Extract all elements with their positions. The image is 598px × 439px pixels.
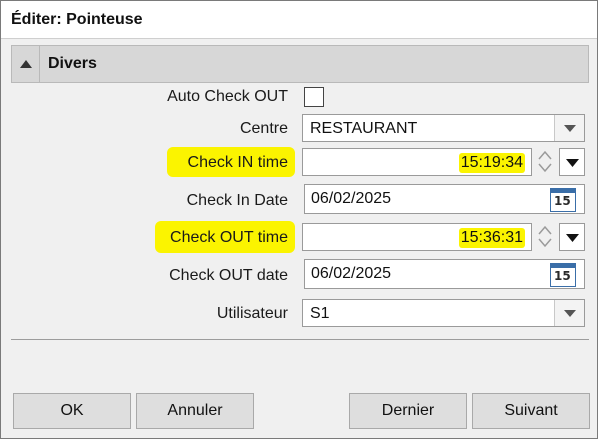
form-divider [11,339,589,340]
check-in-date-value: 06/02/2025 [311,190,392,207]
utilisateur-label: Utilisateur [216,305,288,322]
centre-select[interactable]: RESTAURANT [302,114,585,142]
spin-up-icon[interactable] [538,225,552,235]
cancel-button[interactable]: Annuler [136,393,254,429]
check-out-date-input[interactable]: 06/02/2025 15 [304,259,585,289]
auto-checkout-label: Auto Check OUT [167,88,288,105]
ok-button[interactable]: OK [13,393,131,429]
centre-dropdown-button[interactable] [554,115,584,141]
check-out-time-spinner[interactable] [533,223,557,251]
auto-checkout-checkbox[interactable] [304,87,324,107]
check-in-time-value: 15:19:34 [458,153,525,173]
centre-label: Centre [239,120,288,137]
chevron-down-icon [564,125,576,132]
calendar-icon[interactable]: 15 [550,263,576,287]
check-in-date-label: Check In Date [186,192,288,209]
group-header-divers[interactable]: Divers [11,45,589,83]
last-button[interactable]: Dernier [349,393,467,429]
window-title: Éditer: Pointeuse [11,11,143,28]
chevron-up-icon [20,60,32,68]
spin-down-icon[interactable] [538,238,552,248]
spin-down-icon[interactable] [538,163,552,173]
centre-value: RESTAURANT [310,120,418,137]
next-button[interactable]: Suivant [472,393,590,429]
check-in-time-label: Check IN time [187,154,288,171]
utilisateur-select[interactable]: S1 [302,299,585,327]
check-in-time-spinner[interactable] [533,148,557,176]
check-out-time-value: 15:36:31 [458,228,525,248]
editor-window: Éditer: Pointeuse Divers Auto Check OUT … [0,0,598,439]
title-bar: Éditer: Pointeuse [1,1,597,39]
spin-up-icon[interactable] [538,150,552,160]
chevron-down-icon [566,159,579,167]
chevron-down-icon [564,310,576,317]
collapse-toggle[interactable] [12,46,40,82]
check-out-date-value: 06/02/2025 [311,265,392,282]
check-out-time-input[interactable]: 15:36:31 [302,223,532,251]
check-out-time-dropdown[interactable] [559,223,585,251]
check-in-date-input[interactable]: 06/02/2025 15 [304,184,585,214]
utilisateur-dropdown-button[interactable] [554,300,584,326]
check-out-date-label: Check OUT date [169,267,288,284]
utilisateur-value: S1 [310,305,330,322]
check-out-time-label: Check OUT time [170,229,288,246]
group-title: Divers [48,55,97,72]
chevron-down-icon [566,234,579,242]
check-in-time-input[interactable]: 15:19:34 [302,148,532,176]
check-in-time-dropdown[interactable] [559,148,585,176]
calendar-icon[interactable]: 15 [550,188,576,212]
